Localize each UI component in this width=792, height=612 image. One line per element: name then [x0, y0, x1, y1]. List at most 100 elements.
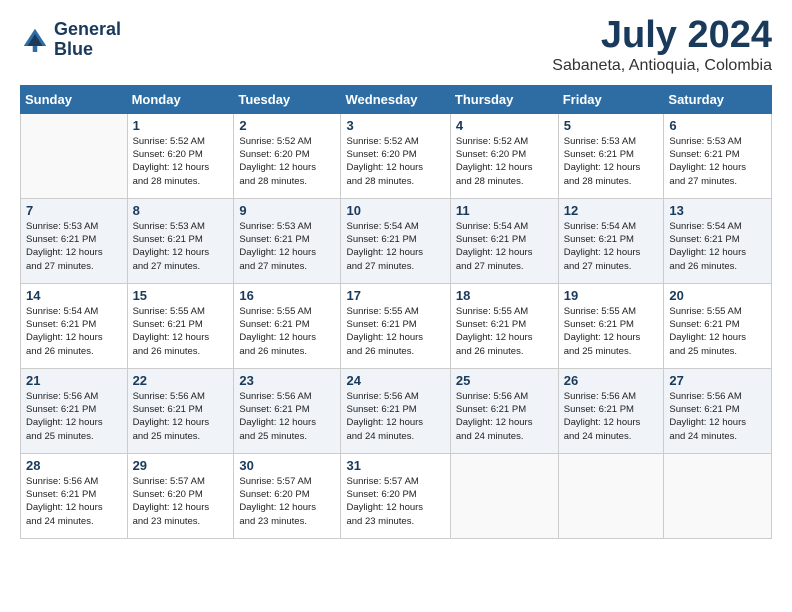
day-info: Sunrise: 5:53 AM Sunset: 6:21 PM Dayligh…: [564, 135, 659, 188]
day-info: Sunrise: 5:55 AM Sunset: 6:21 PM Dayligh…: [669, 305, 766, 358]
calendar-cell: 29 Sunrise: 5:57 AM Sunset: 6:20 PM Dayli…: [127, 453, 234, 538]
calendar-cell: 8 Sunrise: 5:53 AM Sunset: 6:21 PM Daylig…: [127, 198, 234, 283]
day-number: 31: [346, 458, 444, 473]
calendar-cell: 24 Sunrise: 5:56 AM Sunset: 6:21 PM Dayli…: [341, 368, 450, 453]
calendar-cell: 19 Sunrise: 5:55 AM Sunset: 6:21 PM Dayli…: [558, 283, 664, 368]
calendar-cell: 25 Sunrise: 5:56 AM Sunset: 6:21 PM Dayli…: [450, 368, 558, 453]
calendar-cell: 11 Sunrise: 5:54 AM Sunset: 6:21 PM Dayli…: [450, 198, 558, 283]
calendar-cell: 17 Sunrise: 5:55 AM Sunset: 6:21 PM Dayli…: [341, 283, 450, 368]
col-header-tuesday: Tuesday: [234, 85, 341, 113]
day-number: 20: [669, 288, 766, 303]
calendar-cell: 6 Sunrise: 5:53 AM Sunset: 6:21 PM Daylig…: [664, 113, 772, 198]
day-info: Sunrise: 5:55 AM Sunset: 6:21 PM Dayligh…: [133, 305, 229, 358]
calendar-cell: 5 Sunrise: 5:53 AM Sunset: 6:21 PM Daylig…: [558, 113, 664, 198]
day-info: Sunrise: 5:56 AM Sunset: 6:21 PM Dayligh…: [239, 390, 335, 443]
day-info: Sunrise: 5:54 AM Sunset: 6:21 PM Dayligh…: [26, 305, 122, 358]
day-info: Sunrise: 5:54 AM Sunset: 6:21 PM Dayligh…: [456, 220, 553, 273]
calendar-cell: [450, 453, 558, 538]
day-number: 8: [133, 203, 229, 218]
calendar-cell: 21 Sunrise: 5:56 AM Sunset: 6:21 PM Dayli…: [21, 368, 128, 453]
calendar-cell: 9 Sunrise: 5:53 AM Sunset: 6:21 PM Daylig…: [234, 198, 341, 283]
page: General Blue July 2024 Sabaneta, Antioqu…: [0, 0, 792, 612]
day-number: 24: [346, 373, 444, 388]
day-number: 25: [456, 373, 553, 388]
day-number: 30: [239, 458, 335, 473]
calendar-row: 7Sunrise: 5:53 AM Sunset: 6:21 PM Daylig…: [21, 198, 772, 283]
calendar-table: SundayMondayTuesdayWednesdayThursdayFrid…: [20, 85, 772, 539]
day-info: Sunrise: 5:57 AM Sunset: 6:20 PM Dayligh…: [239, 475, 335, 528]
calendar-cell: 22 Sunrise: 5:56 AM Sunset: 6:21 PM Dayli…: [127, 368, 234, 453]
day-info: Sunrise: 5:52 AM Sunset: 6:20 PM Dayligh…: [346, 135, 444, 188]
day-info: Sunrise: 5:52 AM Sunset: 6:20 PM Dayligh…: [133, 135, 229, 188]
day-info: Sunrise: 5:56 AM Sunset: 6:21 PM Dayligh…: [564, 390, 659, 443]
day-info: Sunrise: 5:53 AM Sunset: 6:21 PM Dayligh…: [133, 220, 229, 273]
day-info: Sunrise: 5:54 AM Sunset: 6:21 PM Dayligh…: [346, 220, 444, 273]
day-number: 22: [133, 373, 229, 388]
day-number: 23: [239, 373, 335, 388]
day-number: 6: [669, 118, 766, 133]
calendar-cell: 13Sunrise: 5:54 AM Sunset: 6:21 PM Dayli…: [664, 198, 772, 283]
col-header-monday: Monday: [127, 85, 234, 113]
calendar-cell: 7Sunrise: 5:53 AM Sunset: 6:21 PM Daylig…: [21, 198, 128, 283]
calendar-cell: 10 Sunrise: 5:54 AM Sunset: 6:21 PM Dayli…: [341, 198, 450, 283]
day-number: 27: [669, 373, 766, 388]
day-number: 29: [133, 458, 229, 473]
day-number: 26: [564, 373, 659, 388]
day-number: 19: [564, 288, 659, 303]
day-number: 17: [346, 288, 444, 303]
day-number: 2: [239, 118, 335, 133]
calendar-cell: 18 Sunrise: 5:55 AM Sunset: 6:21 PM Dayli…: [450, 283, 558, 368]
calendar-cell: 26 Sunrise: 5:56 AM Sunset: 6:21 PM Dayli…: [558, 368, 664, 453]
calendar-cell: 2Sunrise: 5:52 AM Sunset: 6:20 PM Daylig…: [234, 113, 341, 198]
subtitle: Sabaneta, Antioquia, Colombia: [552, 57, 772, 75]
day-info: Sunrise: 5:55 AM Sunset: 6:21 PM Dayligh…: [564, 305, 659, 358]
day-number: 14: [26, 288, 122, 303]
calendar-row: 14 Sunrise: 5:54 AM Sunset: 6:21 PM Dayli…: [21, 283, 772, 368]
calendar-cell: [21, 113, 128, 198]
header: General Blue July 2024 Sabaneta, Antioqu…: [20, 15, 772, 75]
day-number: 12: [564, 203, 659, 218]
day-number: 9: [239, 203, 335, 218]
calendar-cell: 15Sunrise: 5:55 AM Sunset: 6:21 PM Dayli…: [127, 283, 234, 368]
day-number: 16: [239, 288, 335, 303]
calendar-cell: 4Sunrise: 5:52 AM Sunset: 6:20 PM Daylig…: [450, 113, 558, 198]
day-number: 5: [564, 118, 659, 133]
day-info: Sunrise: 5:54 AM Sunset: 6:21 PM Dayligh…: [669, 220, 766, 273]
day-info: Sunrise: 5:52 AM Sunset: 6:20 PM Dayligh…: [456, 135, 553, 188]
calendar-cell: 14 Sunrise: 5:54 AM Sunset: 6:21 PM Dayli…: [21, 283, 128, 368]
calendar-cell: [558, 453, 664, 538]
day-info: Sunrise: 5:56 AM Sunset: 6:21 PM Dayligh…: [133, 390, 229, 443]
col-header-wednesday: Wednesday: [341, 85, 450, 113]
day-info: Sunrise: 5:53 AM Sunset: 6:21 PM Dayligh…: [239, 220, 335, 273]
day-info: Sunrise: 5:56 AM Sunset: 6:21 PM Dayligh…: [26, 390, 122, 443]
calendar-cell: 31Sunrise: 5:57 AM Sunset: 6:20 PM Dayli…: [341, 453, 450, 538]
day-number: 18: [456, 288, 553, 303]
day-info: Sunrise: 5:54 AM Sunset: 6:21 PM Dayligh…: [564, 220, 659, 273]
day-info: Sunrise: 5:55 AM Sunset: 6:21 PM Dayligh…: [456, 305, 553, 358]
day-info: Sunrise: 5:56 AM Sunset: 6:21 PM Dayligh…: [456, 390, 553, 443]
calendar-cell: 30 Sunrise: 5:57 AM Sunset: 6:20 PM Dayli…: [234, 453, 341, 538]
day-number: 11: [456, 203, 553, 218]
title-block: July 2024 Sabaneta, Antioquia, Colombia: [552, 15, 772, 75]
calendar-cell: 23 Sunrise: 5:56 AM Sunset: 6:21 PM Dayli…: [234, 368, 341, 453]
day-info: Sunrise: 5:56 AM Sunset: 6:21 PM Dayligh…: [669, 390, 766, 443]
day-number: 21: [26, 373, 122, 388]
calendar-cell: [664, 453, 772, 538]
logo-line2: Blue: [54, 40, 121, 60]
logo: General Blue: [20, 20, 121, 60]
day-info: Sunrise: 5:55 AM Sunset: 6:21 PM Dayligh…: [346, 305, 444, 358]
main-title: July 2024: [552, 15, 772, 57]
day-info: Sunrise: 5:56 AM Sunset: 6:21 PM Dayligh…: [346, 390, 444, 443]
day-info: Sunrise: 5:57 AM Sunset: 6:20 PM Dayligh…: [133, 475, 229, 528]
day-number: 10: [346, 203, 444, 218]
day-number: 3: [346, 118, 444, 133]
header-row: SundayMondayTuesdayWednesdayThursdayFrid…: [21, 85, 772, 113]
day-info: Sunrise: 5:53 AM Sunset: 6:21 PM Dayligh…: [669, 135, 766, 188]
day-number: 1: [133, 118, 229, 133]
calendar-cell: 27 Sunrise: 5:56 AM Sunset: 6:21 PM Dayli…: [664, 368, 772, 453]
calendar-cell: 1 Sunrise: 5:52 AM Sunset: 6:20 PM Daylig…: [127, 113, 234, 198]
day-number: 28: [26, 458, 122, 473]
col-header-sunday: Sunday: [21, 85, 128, 113]
calendar-row: 28Sunrise: 5:56 AM Sunset: 6:21 PM Dayli…: [21, 453, 772, 538]
day-info: Sunrise: 5:53 AM Sunset: 6:21 PM Dayligh…: [26, 220, 122, 273]
